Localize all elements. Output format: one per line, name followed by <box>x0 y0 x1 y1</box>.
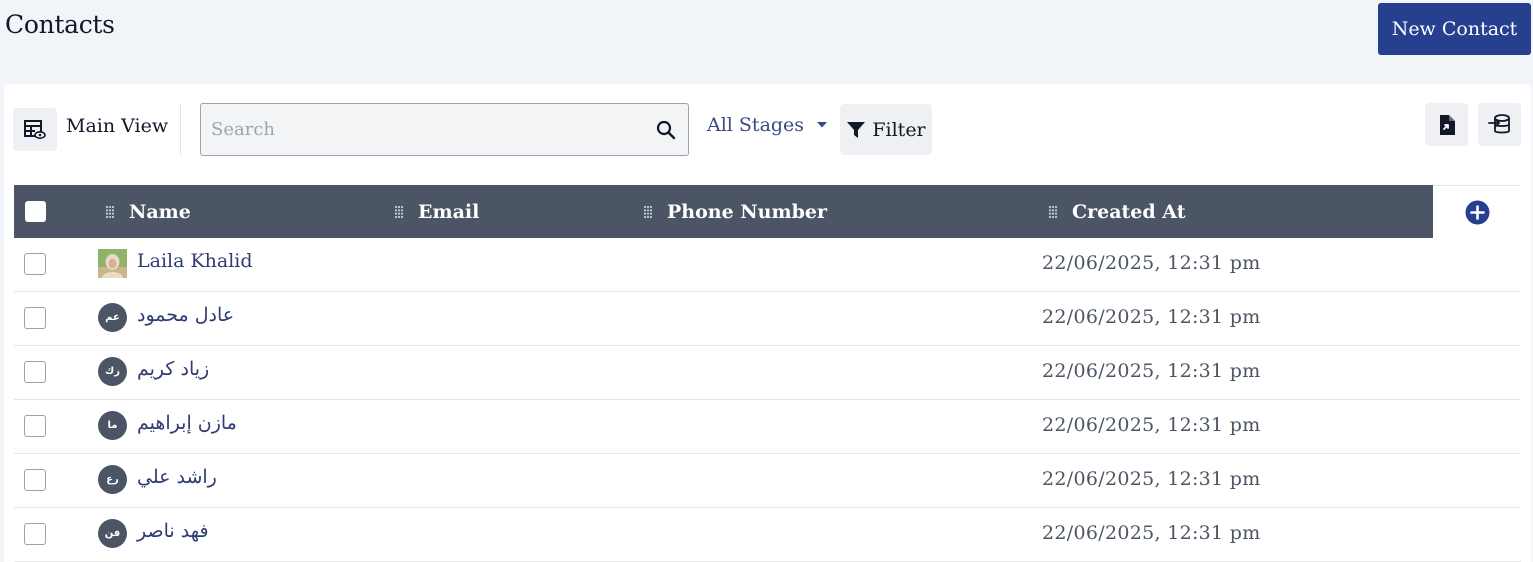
drag-handle-icon[interactable] <box>643 205 653 219</box>
created-at-value: 22/06/2025, 12:31 pm <box>1042 468 1261 490</box>
column-header-email[interactable]: Email <box>394 185 479 238</box>
caret-down-icon <box>817 122 828 128</box>
table-row[interactable]: رع راشد علي 22/06/2025, 12:31 pm <box>14 454 1521 508</box>
toolbar-divider <box>180 104 181 156</box>
drag-handle-icon[interactable] <box>1048 205 1058 219</box>
filter-icon <box>847 121 866 138</box>
file-export-icon <box>1439 114 1455 135</box>
search-icon[interactable] <box>656 120 676 140</box>
contact-name-link[interactable]: فهد ناصر <box>137 520 209 542</box>
row-checkbox[interactable] <box>24 253 46 275</box>
contact-name-link[interactable]: عادل محمود <box>137 304 234 326</box>
avatar: رع <box>98 465 127 494</box>
avatar <box>98 249 127 278</box>
drag-handle-icon[interactable] <box>105 205 115 219</box>
contact-name-link[interactable]: راشد علي <box>137 466 217 488</box>
avatar: عم <box>98 303 127 332</box>
table-view-icon <box>24 119 46 139</box>
table-header: Name Email Phone Number Created At <box>14 185 1521 238</box>
created-at-value: 22/06/2025, 12:31 pm <box>1042 252 1261 274</box>
contacts-card: Main View All Stages Filter <box>4 84 1531 562</box>
drag-handle-icon[interactable] <box>394 205 404 219</box>
row-checkbox[interactable] <box>24 469 46 491</box>
add-column-icon[interactable] <box>1465 200 1490 225</box>
filter-button[interactable]: Filter <box>840 104 932 155</box>
table-row[interactable]: Laila Khalid 22/06/2025, 12:31 pm <box>14 238 1521 292</box>
contact-name-link[interactable]: زياد كريم <box>137 358 209 380</box>
contact-name-link[interactable]: مازن إبراهيم <box>137 412 237 434</box>
row-checkbox[interactable] <box>24 307 46 329</box>
created-at-value: 22/06/2025, 12:31 pm <box>1042 522 1261 544</box>
view-selector-button[interactable] <box>13 108 57 151</box>
table-row[interactable]: زك زياد كريم 22/06/2025, 12:31 pm <box>14 346 1521 400</box>
database-import-icon <box>1487 113 1510 133</box>
search-input[interactable] <box>201 104 641 155</box>
created-at-value: 22/06/2025, 12:31 pm <box>1042 306 1261 328</box>
new-contact-button[interactable]: New Contact <box>1378 3 1531 55</box>
created-at-value: 22/06/2025, 12:31 pm <box>1042 414 1261 436</box>
contact-name-link[interactable]: Laila Khalid <box>137 250 253 272</box>
table-row[interactable]: عم عادل محمود 22/06/2025, 12:31 pm <box>14 292 1521 346</box>
column-label: Name <box>129 200 191 223</box>
row-checkbox[interactable] <box>24 361 46 383</box>
avatar: زك <box>98 357 127 386</box>
column-header-phone-number[interactable]: Phone Number <box>643 185 827 238</box>
toolbar: Main View All Stages Filter <box>4 84 1531 184</box>
column-header-created-at[interactable]: Created At <box>1048 185 1185 238</box>
search-box <box>200 103 689 156</box>
row-checkbox[interactable] <box>24 415 46 437</box>
filter-label: Filter <box>872 118 926 141</box>
avatar: فن <box>98 519 127 548</box>
created-at-value: 22/06/2025, 12:31 pm <box>1042 360 1261 382</box>
avatar: ما <box>98 411 127 440</box>
column-label: Phone Number <box>667 200 827 223</box>
contacts-table: Name Email Phone Number Created At Laila… <box>14 185 1521 562</box>
row-checkbox[interactable] <box>24 523 46 545</box>
column-header-name[interactable]: Name <box>105 185 191 238</box>
import-button[interactable] <box>1478 103 1521 146</box>
page-title: Contacts <box>5 10 115 39</box>
column-label: Created At <box>1072 200 1186 223</box>
column-label: Email <box>418 200 480 223</box>
select-all-checkbox[interactable] <box>25 201 46 222</box>
stages-label: All Stages <box>707 114 805 136</box>
table-row[interactable]: ما مازن إبراهيم 22/06/2025, 12:31 pm <box>14 400 1521 454</box>
table-row[interactable]: فن فهد ناصر 22/06/2025, 12:31 pm <box>14 508 1521 562</box>
profile-photo-icon <box>98 249 127 278</box>
view-label[interactable]: Main View <box>66 115 168 137</box>
export-button[interactable] <box>1425 103 1468 146</box>
stages-dropdown[interactable]: All Stages <box>707 114 828 136</box>
